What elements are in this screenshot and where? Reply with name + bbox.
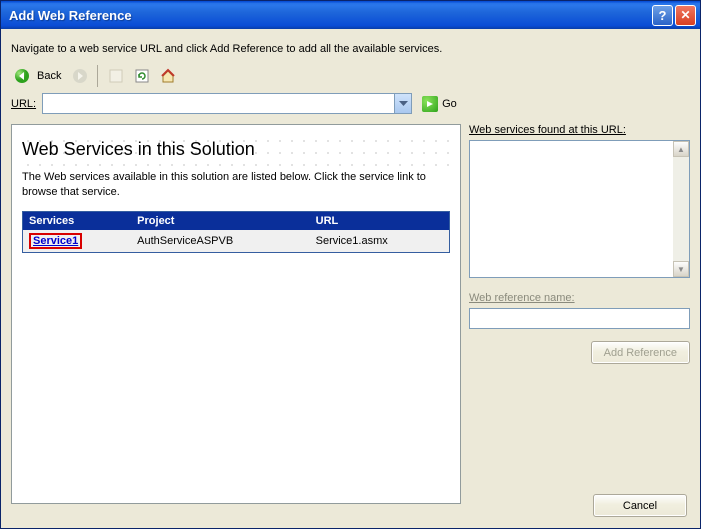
service-link-highlight: Service1 xyxy=(29,233,82,249)
go-label: Go xyxy=(442,98,457,110)
add-reference-button[interactable]: Add Reference xyxy=(591,341,690,364)
browser-pane: Web Services in this Solution The Web se… xyxy=(11,124,461,504)
go-icon xyxy=(422,96,438,112)
back-icon xyxy=(14,68,30,84)
cell-project: AuthServiceASPVB xyxy=(131,230,309,253)
forward-icon xyxy=(72,68,88,84)
cell-url: Service1.asmx xyxy=(310,230,450,253)
scroll-down-button[interactable]: ▼ xyxy=(673,261,689,277)
col-project: Project xyxy=(131,211,309,230)
col-services: Services xyxy=(23,211,132,230)
toolbar-separator xyxy=(97,65,99,87)
ref-name-field[interactable] xyxy=(469,308,690,329)
table-row: Service1 AuthServiceASPVB Service1.asmx xyxy=(23,230,450,253)
cancel-button[interactable]: Cancel xyxy=(593,494,687,517)
url-input[interactable] xyxy=(43,94,394,113)
back-button[interactable] xyxy=(11,65,33,87)
ref-name-input[interactable] xyxy=(470,309,689,328)
service-link[interactable]: Service1 xyxy=(33,235,78,247)
forward-button[interactable] xyxy=(69,65,91,87)
url-row: URL: Go xyxy=(11,93,690,114)
help-icon: ? xyxy=(659,8,667,23)
url-combobox[interactable] xyxy=(42,93,412,114)
url-label: URL: xyxy=(11,98,36,110)
nav-toolbar: Back xyxy=(11,65,690,87)
close-icon: ✕ xyxy=(680,8,690,22)
found-services-listbox[interactable]: ▲ ▼ xyxy=(469,140,690,278)
chevron-down-icon: ▼ xyxy=(677,265,685,274)
titlebar: Add Web Reference ? ✕ xyxy=(1,1,700,29)
refresh-button[interactable] xyxy=(131,65,153,87)
home-button[interactable] xyxy=(157,65,179,87)
ref-name-label: Web reference name: xyxy=(469,292,690,304)
listbox-scrollbar[interactable]: ▲ ▼ xyxy=(673,141,689,277)
table-header-row: Services Project URL xyxy=(23,211,450,230)
url-dropdown-button[interactable] xyxy=(394,94,411,113)
browser-heading: Web Services in this Solution xyxy=(22,135,450,166)
services-table: Services Project URL Service1 AuthServic… xyxy=(22,211,450,253)
stop-icon xyxy=(109,69,123,83)
go-button[interactable]: Go xyxy=(418,93,461,114)
close-button[interactable]: ✕ xyxy=(675,5,696,26)
back-label: Back xyxy=(35,70,65,82)
stop-button[interactable] xyxy=(105,65,127,87)
browser-description: The Web services available in this solut… xyxy=(22,170,450,201)
instruction-text: Navigate to a web service URL and click … xyxy=(11,43,690,55)
window-title: Add Web Reference xyxy=(9,8,650,23)
home-icon xyxy=(160,68,176,84)
chevron-up-icon: ▲ xyxy=(677,145,685,154)
help-button[interactable]: ? xyxy=(652,5,673,26)
found-label: Web services found at this URL: xyxy=(469,124,690,136)
chevron-down-icon xyxy=(399,101,408,107)
col-url: URL xyxy=(310,211,450,230)
refresh-icon xyxy=(135,69,149,83)
scroll-up-button[interactable]: ▲ xyxy=(673,141,689,157)
